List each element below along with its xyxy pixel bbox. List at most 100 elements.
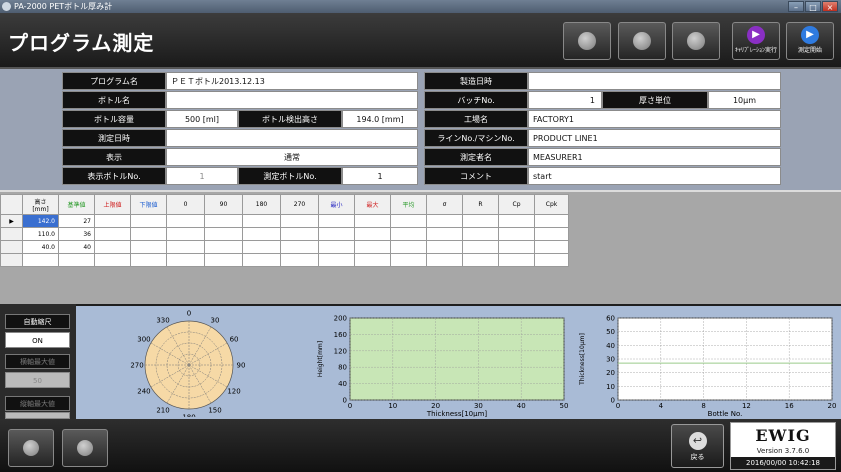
column-header[interactable]: 最小 bbox=[318, 194, 355, 215]
print-button[interactable] bbox=[618, 22, 666, 60]
start-measure-button[interactable]: ▶ 測定開始 bbox=[786, 22, 834, 60]
table-cell[interactable] bbox=[354, 253, 391, 267]
back-button[interactable]: ↩ 戻る bbox=[671, 424, 724, 468]
line-value[interactable]: PRODUCT LINE1 bbox=[528, 129, 781, 147]
table-cell[interactable] bbox=[354, 227, 391, 241]
table-cell[interactable]: 142.0 bbox=[22, 214, 59, 228]
column-header[interactable]: 基準値 bbox=[58, 194, 95, 215]
table-cell[interactable] bbox=[318, 240, 355, 254]
table-cell[interactable] bbox=[534, 227, 569, 241]
auto-scale-toggle[interactable]: ON bbox=[5, 332, 70, 348]
table-cell[interactable] bbox=[242, 214, 281, 228]
table-cell[interactable] bbox=[242, 227, 281, 241]
table-cell[interactable] bbox=[204, 253, 243, 267]
column-header[interactable]: 180 bbox=[242, 194, 281, 215]
table-cell[interactable] bbox=[354, 240, 391, 254]
table-cell[interactable] bbox=[390, 253, 427, 267]
table-cell[interactable] bbox=[498, 240, 535, 254]
table-cell[interactable] bbox=[166, 253, 205, 267]
thickness-unit-value[interactable]: 10μm bbox=[708, 91, 781, 109]
column-header[interactable]: 最大 bbox=[354, 194, 391, 215]
table-cell[interactable] bbox=[22, 253, 59, 267]
table-cell[interactable] bbox=[534, 214, 569, 228]
mfg-date-value[interactable] bbox=[528, 72, 781, 90]
detect-height-value[interactable]: 194.0 [mm] bbox=[342, 110, 418, 128]
table-cell[interactable] bbox=[462, 253, 499, 267]
program-name-value[interactable]: ＰＥＴボトル2013.12.13 bbox=[166, 72, 418, 90]
column-header[interactable]: 270 bbox=[280, 194, 319, 215]
table-cell[interactable] bbox=[130, 227, 167, 241]
table-cell[interactable] bbox=[390, 214, 427, 228]
table-cell[interactable] bbox=[498, 227, 535, 241]
table-cell[interactable] bbox=[318, 214, 355, 228]
table-cell[interactable] bbox=[534, 253, 569, 267]
column-header[interactable]: R bbox=[462, 194, 499, 215]
table-cell[interactable] bbox=[462, 227, 499, 241]
column-header[interactable]: 0 bbox=[166, 194, 205, 215]
calibration-button[interactable]: ▶ ｷｬﾘﾌﾞﾚｰｼｮﾝ実行 bbox=[732, 22, 780, 60]
table-cell[interactable] bbox=[94, 214, 131, 228]
footer-button-1[interactable] bbox=[8, 429, 54, 467]
table-cell[interactable] bbox=[166, 240, 205, 254]
column-header[interactable]: Cpk bbox=[534, 194, 569, 215]
table-cell[interactable] bbox=[390, 227, 427, 241]
table-cell[interactable] bbox=[94, 227, 131, 241]
table-row[interactable]: ▶ 142.0 27 bbox=[0, 214, 569, 228]
column-header[interactable]: Cp bbox=[498, 194, 535, 215]
column-header[interactable]: 90 bbox=[204, 194, 243, 215]
table-cell[interactable] bbox=[242, 240, 281, 254]
table-cell[interactable]: 27 bbox=[58, 214, 95, 228]
footer-button-2[interactable] bbox=[62, 429, 108, 467]
table-cell[interactable] bbox=[354, 214, 391, 228]
row-header[interactable]: ▶ bbox=[0, 214, 23, 228]
table-cell[interactable] bbox=[130, 240, 167, 254]
save-button[interactable] bbox=[672, 22, 720, 60]
table-cell[interactable] bbox=[426, 227, 463, 241]
table-cell[interactable] bbox=[390, 240, 427, 254]
display-bottle-no-value[interactable]: 1 bbox=[166, 167, 238, 185]
table-cell[interactable]: 40.0 bbox=[22, 240, 59, 254]
table-cell[interactable] bbox=[318, 227, 355, 241]
row-header[interactable] bbox=[0, 227, 23, 241]
bottle-name-value[interactable] bbox=[166, 91, 418, 109]
table-cell[interactable] bbox=[462, 214, 499, 228]
table-cell[interactable] bbox=[426, 214, 463, 228]
table-cell[interactable] bbox=[204, 214, 243, 228]
table-cell[interactable] bbox=[280, 240, 319, 254]
table-cell[interactable] bbox=[462, 240, 499, 254]
table-cell[interactable] bbox=[130, 214, 167, 228]
column-header[interactable]: 下限値 bbox=[130, 194, 167, 215]
table-cell[interactable]: 40 bbox=[58, 240, 95, 254]
table-cell[interactable]: 36 bbox=[58, 227, 95, 241]
table-row[interactable]: 40.0 40 bbox=[0, 240, 569, 254]
operator-value[interactable]: MEASURER1 bbox=[528, 148, 781, 166]
display-mode-value[interactable]: 通常 bbox=[166, 148, 418, 166]
row-header[interactable] bbox=[0, 240, 23, 254]
table-cell[interactable] bbox=[204, 227, 243, 241]
table-row[interactable]: 110.0 36 bbox=[0, 227, 569, 241]
table-cell[interactable] bbox=[204, 240, 243, 254]
batch-value[interactable]: 1 bbox=[528, 91, 602, 109]
table-cell[interactable] bbox=[58, 253, 95, 267]
table-cell[interactable]: 110.0 bbox=[22, 227, 59, 241]
table-cell[interactable] bbox=[130, 253, 167, 267]
table-cell[interactable] bbox=[94, 253, 131, 267]
minimize-button[interactable]: – bbox=[788, 1, 804, 12]
table-cell[interactable] bbox=[498, 253, 535, 267]
table-cell[interactable] bbox=[242, 253, 281, 267]
table-cell[interactable] bbox=[280, 253, 319, 267]
table-cell[interactable] bbox=[426, 240, 463, 254]
comment-value[interactable]: start bbox=[528, 167, 781, 185]
table-cell[interactable] bbox=[318, 253, 355, 267]
column-header[interactable]: 上限値 bbox=[94, 194, 131, 215]
measure-bottle-no-value[interactable]: 1 bbox=[342, 167, 418, 185]
table-cell[interactable] bbox=[426, 253, 463, 267]
table-cell[interactable] bbox=[280, 214, 319, 228]
table-row[interactable] bbox=[0, 253, 569, 267]
add-button[interactable] bbox=[563, 22, 611, 60]
table-cell[interactable] bbox=[280, 227, 319, 241]
factory-value[interactable]: FACTORY1 bbox=[528, 110, 781, 128]
capacity-value[interactable]: 500 [ml] bbox=[166, 110, 238, 128]
maximize-button[interactable]: □ bbox=[805, 1, 821, 12]
table-cell[interactable] bbox=[94, 240, 131, 254]
